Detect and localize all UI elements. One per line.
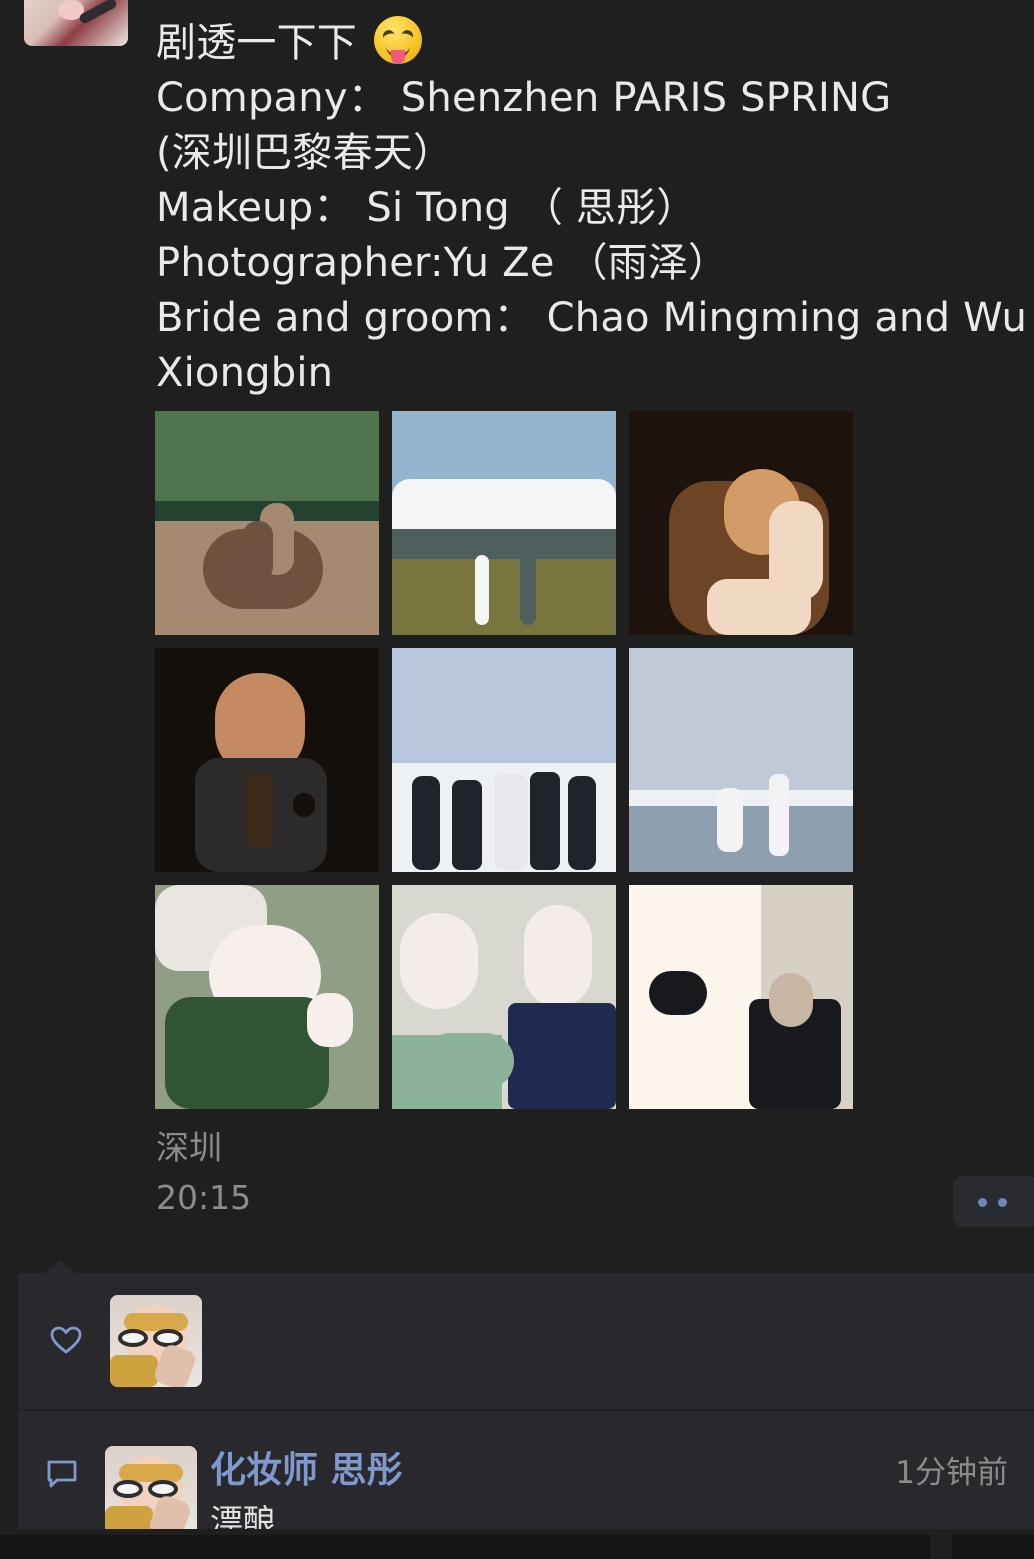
photo-groom-portrait-warm[interactable] xyxy=(155,648,379,872)
post-line-3: (深圳巴黎春天） xyxy=(156,130,454,176)
comment-icon[interactable] xyxy=(45,1458,79,1489)
bottom-cut xyxy=(952,1535,1034,1559)
photo-couple-in-basket[interactable] xyxy=(155,411,379,635)
post-line-1: 剧透一下下 xyxy=(156,8,1016,71)
post-line-4: Makeup： Si Tong （ 思彤） xyxy=(156,185,697,231)
more-dot-icon xyxy=(998,1198,1007,1207)
poster-avatar[interactable] xyxy=(24,0,128,46)
post-line-2: Company： Shenzhen PARIS SPRING xyxy=(156,75,892,121)
photo-grid xyxy=(155,411,855,1110)
post-line-7: Xiongbin xyxy=(156,350,334,396)
comment-user-avatar[interactable] xyxy=(105,1446,197,1538)
post-line-5: Photographer:Yu Ze （雨泽） xyxy=(156,240,729,286)
photo-couple-selfie[interactable] xyxy=(392,885,616,1109)
post-time: 20:15 xyxy=(156,1178,252,1217)
post-location[interactable]: 深圳 xyxy=(156,1121,222,1169)
photo-couple-on-beach[interactable] xyxy=(629,648,853,872)
bottom-cut xyxy=(0,1535,930,1559)
more-dot-icon xyxy=(978,1198,987,1207)
comment-time: 1分钟前 xyxy=(895,1455,1008,1491)
squinting-face-with-tongue-icon xyxy=(373,16,422,64)
bottom-edge xyxy=(0,1529,1034,1559)
heart-icon[interactable] xyxy=(50,1326,82,1354)
photo-bride-with-flower[interactable] xyxy=(155,885,379,1109)
post-line-6: Bride and groom： Chao Mingming and Wu xyxy=(156,295,1027,341)
more-actions-button[interactable] xyxy=(953,1176,1034,1227)
photo-bride-portrait-warm[interactable] xyxy=(629,411,853,635)
post-line-1-text: 剧透一下下 xyxy=(156,20,357,66)
photo-group-on-beach[interactable] xyxy=(392,648,616,872)
panel-divider xyxy=(18,1409,1034,1411)
comment-author[interactable]: 化妆师 思彤 xyxy=(210,1441,403,1493)
photo-couple-vintage[interactable] xyxy=(629,885,853,1109)
avatar-accessory xyxy=(77,0,119,25)
post-text: 剧透一下下 Company： Shenzhen PARIS SPRING (深圳… xyxy=(156,8,1027,401)
photo-mountain-field[interactable] xyxy=(392,411,616,635)
like-user-avatar[interactable] xyxy=(110,1295,202,1387)
interaction-panel xyxy=(18,1260,1034,1538)
